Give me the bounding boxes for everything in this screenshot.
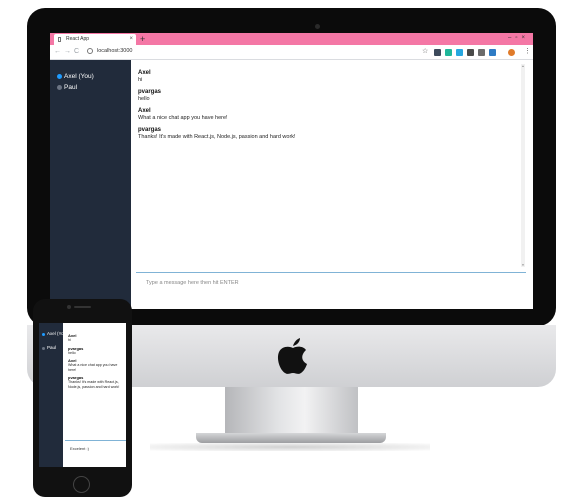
online-status-dot bbox=[42, 333, 45, 336]
tab-title: React App bbox=[66, 36, 90, 42]
window-controls[interactable]: –▫× bbox=[508, 33, 529, 44]
imac-shadow bbox=[150, 443, 430, 451]
message-text: hi bbox=[138, 77, 143, 83]
message: Axel What a nice chat app you have here! bbox=[68, 358, 123, 372]
mobile-message-input[interactable]: Excelent :) bbox=[65, 440, 126, 461]
phone-screen: Axel (Yo) Paul Axel hi pvargas hello Axe… bbox=[39, 323, 126, 467]
address-bar[interactable]: localhost:3000 bbox=[83, 47, 423, 57]
chat-app: Axel (You) Paul Axel hi pvargas hello Ax… bbox=[50, 60, 533, 309]
online-status-dot bbox=[57, 74, 62, 79]
user-name: Paul bbox=[64, 84, 78, 91]
message: pvargas Thanks! It's made with React.js,… bbox=[68, 375, 123, 389]
message-text: Thanks! It's made with React.js, Node.js… bbox=[138, 134, 296, 140]
browser-toolbar: ← → C localhost:3000 ☆ ⋮ bbox=[50, 45, 533, 60]
document-icon bbox=[58, 37, 61, 42]
message-text: hi bbox=[68, 338, 71, 342]
tab-strip: React App × + –▫× bbox=[50, 33, 533, 45]
profile-icon[interactable] bbox=[508, 49, 515, 56]
extension-icon[interactable] bbox=[434, 49, 441, 56]
tab-close-icon[interactable]: × bbox=[129, 34, 133, 45]
url-text[interactable]: localhost:3000 bbox=[97, 47, 132, 56]
message-scrollbar[interactable]: ▲ ▼ bbox=[521, 64, 525, 267]
user-name: Axel (You) bbox=[64, 73, 94, 80]
message-text: hello bbox=[138, 96, 150, 102]
imac-stand bbox=[225, 387, 358, 433]
message: pvargas hello bbox=[138, 88, 518, 103]
message-author: pvargas bbox=[138, 127, 162, 133]
new-tab-button[interactable]: + bbox=[140, 33, 145, 45]
iphone: Axel (Yo) Paul Axel hi pvargas hello Axe… bbox=[33, 299, 132, 497]
message: Axel hi bbox=[138, 69, 518, 84]
home-button[interactable] bbox=[73, 476, 90, 493]
browser-menu-icon[interactable]: ⋮ bbox=[524, 45, 531, 59]
status-dot bbox=[42, 347, 45, 350]
imac-stand-foot bbox=[196, 433, 386, 443]
message: pvargas hello bbox=[68, 346, 123, 356]
reload-button[interactable]: C bbox=[74, 45, 79, 59]
message-text: What a nice chat app you have here! bbox=[68, 363, 118, 372]
imac-camera bbox=[315, 24, 320, 29]
extension-icon[interactable] bbox=[456, 49, 463, 56]
info-icon[interactable] bbox=[87, 48, 93, 54]
message-input-placeholder[interactable]: Type a message here then hit ENTER bbox=[146, 280, 239, 286]
status-dot bbox=[57, 85, 62, 90]
extension-icon[interactable] bbox=[445, 49, 452, 56]
extension-icon[interactable] bbox=[478, 49, 485, 56]
message: Axel hi bbox=[68, 333, 123, 343]
message-author: Axel bbox=[138, 108, 151, 114]
scroll-up-icon[interactable]: ▲ bbox=[521, 64, 525, 68]
message-author: pvargas bbox=[138, 89, 162, 95]
mobile-user-sidebar: Axel (Yo) Paul bbox=[39, 323, 66, 467]
extension-icon[interactable] bbox=[467, 49, 474, 56]
message: Axel What a nice chat app you have here! bbox=[138, 107, 518, 122]
apple-logo-icon bbox=[277, 338, 307, 374]
message-author: Axel bbox=[138, 70, 151, 76]
tab-react-app[interactable]: React App × bbox=[54, 34, 136, 45]
message: pvargas Thanks! It's made with React.js,… bbox=[138, 126, 518, 141]
message-text: hello bbox=[68, 350, 76, 355]
message-input[interactable]: Type a message here then hit ENTER bbox=[136, 272, 526, 295]
message-list: Axel hi pvargas hello Axel What a nice c… bbox=[138, 69, 518, 269]
mobile-user-name: Axel (Yo) bbox=[47, 331, 66, 336]
user-sidebar: Axel (You) Paul bbox=[50, 60, 131, 309]
back-button[interactable]: ← bbox=[54, 45, 61, 59]
message-text: What a nice chat app you have here! bbox=[138, 115, 228, 121]
bookmark-star-icon[interactable]: ☆ bbox=[422, 45, 428, 59]
message-text: Thanks! It's made with React.js, Node.js… bbox=[68, 380, 120, 389]
mobile-user-name: Paul bbox=[47, 345, 57, 350]
mobile-message-input-value[interactable]: Excelent :) bbox=[70, 446, 89, 451]
scroll-down-icon[interactable]: ▼ bbox=[521, 263, 525, 267]
forward-button[interactable]: → bbox=[64, 45, 71, 59]
phone-speaker bbox=[74, 306, 91, 308]
extension-icon[interactable] bbox=[489, 49, 496, 56]
mobile-message-list: Axel hi pvargas hello Axel What a nice c… bbox=[68, 333, 123, 392]
browser-window: React App × + –▫× ← → C localhost:3000 ☆… bbox=[50, 33, 533, 309]
phone-camera bbox=[67, 305, 71, 309]
